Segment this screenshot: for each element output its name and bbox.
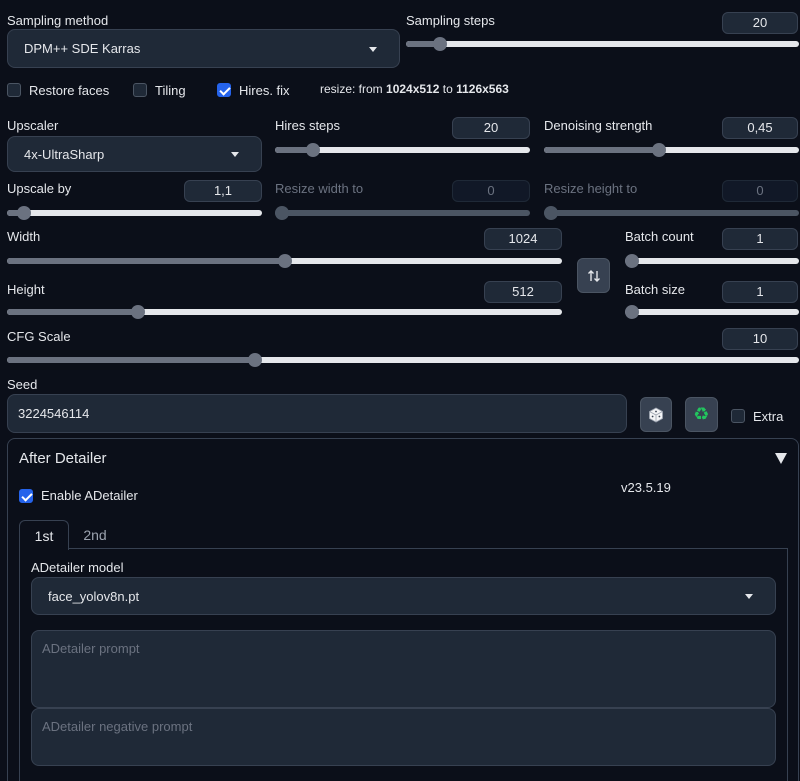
slider-fill — [7, 258, 285, 264]
upscaler-dropdown[interactable]: 4x-UltraSharp — [7, 136, 262, 172]
sampling-method-dropdown[interactable]: DPM++ SDE Karras — [7, 29, 400, 68]
random-seed-button[interactable] — [640, 397, 672, 432]
slider-thumb[interactable] — [131, 305, 146, 319]
hires-steps-input[interactable]: 20 — [452, 117, 530, 139]
hires-fix-label: Hires. fix — [239, 83, 290, 98]
sampling-method-label: Sampling method — [7, 13, 109, 28]
hires-steps-label: Hires steps — [275, 118, 341, 133]
adetailer-title[interactable]: After Detailer — [19, 450, 107, 467]
reuse-seed-button[interactable]: ♻ — [685, 397, 718, 432]
batch-size-slider[interactable] — [625, 305, 799, 319]
seed-input[interactable]: 3224546114 — [7, 394, 627, 433]
resize-to: 1126x563 — [456, 82, 509, 96]
tiling-label: Tiling — [155, 83, 186, 98]
resize-height-label: Resize height to — [544, 181, 638, 196]
cfg-scale-input[interactable]: 10 — [722, 328, 798, 350]
upscale-by-label: Upscale by — [7, 181, 72, 196]
width-label: Width — [7, 229, 41, 244]
swap-icon — [587, 269, 600, 282]
slider-fill — [7, 309, 139, 315]
upscaler-label: Upscaler — [7, 118, 59, 133]
resize-height-input[interactable]: 0 — [722, 180, 798, 202]
adetailer-negative-prompt-textarea[interactable]: ADetailer negative prompt — [31, 708, 776, 766]
adetailer-model-dropdown[interactable]: face_yolov8n.pt — [31, 577, 776, 615]
chevron-down-icon — [369, 46, 377, 52]
tab-2nd[interactable]: 2nd — [72, 520, 118, 550]
hires-fix-checkbox[interactable] — [217, 83, 231, 97]
dice-icon — [649, 407, 663, 422]
slider-thumb[interactable] — [16, 206, 31, 220]
slider-track — [625, 258, 799, 264]
seed-label: Seed — [7, 377, 38, 392]
width-input[interactable]: 1024 — [484, 228, 562, 250]
resize-width-label: Resize width to — [275, 181, 364, 196]
collapse-triangle-icon[interactable] — [775, 453, 787, 464]
slider-thumb[interactable] — [625, 254, 639, 268]
slider-track — [275, 210, 530, 216]
cfg-scale-slider[interactable] — [7, 353, 799, 367]
hires-steps-slider[interactable] — [275, 143, 530, 157]
seed-value: 3224546114 — [18, 406, 90, 421]
upscale-by-input[interactable]: 1,1 — [184, 180, 262, 202]
slider-thumb[interactable] — [625, 305, 639, 319]
chevron-down-icon — [231, 152, 239, 157]
resize-from: 1024x512 — [386, 82, 440, 96]
adetailer-model-value: face_yolov8n.pt — [48, 588, 140, 604]
denoising-strength-label: Denoising strength — [544, 118, 653, 133]
tiling-checkbox[interactable] — [133, 83, 147, 97]
restore-faces-label: Restore faces — [29, 83, 110, 98]
sampling-method-value: DPM++ SDE Karras — [24, 41, 141, 56]
restore-faces-checkbox[interactable] — [7, 83, 21, 97]
extra-checkbox[interactable] — [731, 409, 745, 423]
slider-thumb[interactable] — [306, 143, 321, 157]
resize-info: resize: from 1024x512 to 1126x563 — [320, 82, 509, 96]
enable-adetailer-checkbox[interactable] — [19, 489, 33, 503]
slider-thumb[interactable] — [248, 353, 263, 367]
batch-count-label: Batch count — [625, 229, 694, 244]
batch-size-label: Batch size — [625, 282, 685, 297]
height-label: Height — [7, 282, 45, 297]
sampling-steps-input[interactable]: 20 — [722, 12, 798, 34]
adetailer-prompt-textarea[interactable]: ADetailer prompt — [31, 630, 776, 708]
slider-thumb[interactable] — [277, 254, 292, 268]
denoising-strength-input[interactable]: 0,45 — [722, 117, 798, 139]
height-slider[interactable] — [7, 305, 562, 319]
denoising-strength-slider[interactable] — [544, 143, 799, 157]
batch-size-input[interactable]: 1 — [722, 281, 798, 303]
upscale-by-slider[interactable] — [7, 206, 262, 220]
swap-dimensions-button[interactable] — [577, 258, 610, 293]
resize-to-word: to — [439, 82, 457, 96]
extra-label: Extra — [753, 409, 784, 424]
chevron-down-icon — [745, 594, 753, 599]
sampling-steps-label: Sampling steps — [406, 13, 495, 28]
slider-thumb[interactable] — [652, 143, 667, 157]
slider-thumb[interactable] — [275, 206, 289, 220]
batch-count-slider[interactable] — [625, 254, 799, 268]
slider-fill — [7, 357, 256, 363]
slider-track — [544, 210, 799, 216]
slider-track — [406, 41, 799, 47]
tab-1st[interactable]: 1st — [19, 520, 69, 550]
height-input[interactable]: 512 — [484, 281, 562, 303]
resize-width-input[interactable]: 0 — [452, 180, 530, 202]
recycle-icon: ♻ — [693, 403, 710, 425]
adetailer-version: v23.5.19 — [621, 480, 671, 495]
width-slider[interactable] — [7, 254, 562, 268]
resize-info-prefix: resize: from — [320, 82, 387, 96]
slider-track — [625, 309, 799, 315]
resize-width-slider[interactable] — [275, 206, 530, 220]
cfg-scale-label: CFG Scale — [7, 329, 71, 344]
sampling-steps-slider[interactable] — [406, 37, 799, 51]
slider-thumb[interactable] — [544, 206, 558, 220]
slider-track — [7, 210, 262, 216]
resize-height-slider[interactable] — [544, 206, 799, 220]
enable-adetailer-label: Enable ADetailer — [41, 488, 138, 503]
batch-count-input[interactable]: 1 — [722, 228, 798, 250]
adetailer-model-label: ADetailer model — [31, 560, 124, 575]
slider-fill — [544, 147, 660, 153]
upscaler-value: 4x-UltraSharp — [24, 146, 105, 162]
slider-thumb[interactable] — [432, 37, 447, 51]
